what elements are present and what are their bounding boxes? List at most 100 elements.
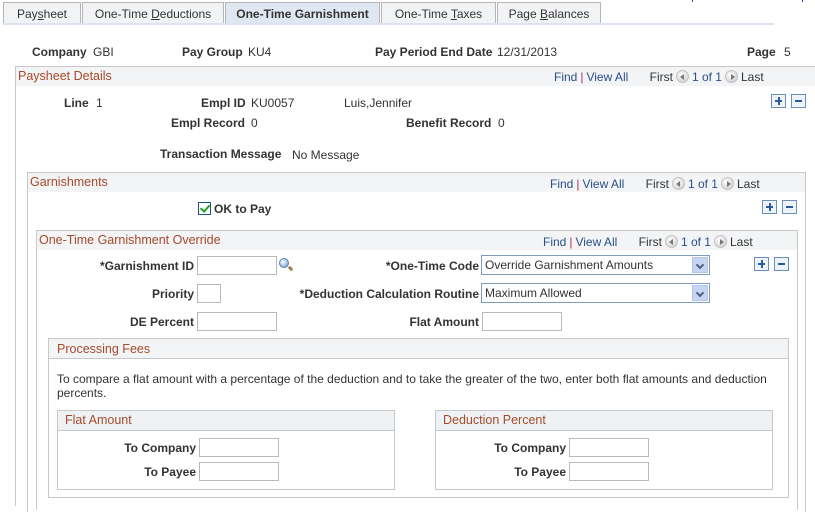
priority-input[interactable] bbox=[197, 284, 221, 303]
empl-id-label: Empl ID bbox=[201, 96, 246, 110]
flat-to-company-label: To Company bbox=[124, 441, 196, 455]
tab-label: One-Time bbox=[94, 7, 152, 21]
find-link[interactable]: Find bbox=[543, 235, 566, 249]
section-header: Deduction Percent bbox=[436, 411, 772, 431]
ok-to-pay-label: OK to Pay bbox=[214, 202, 272, 216]
tab-label: heet bbox=[43, 7, 68, 21]
next-row-icon[interactable] bbox=[713, 235, 727, 248]
flat-amount-input[interactable] bbox=[482, 312, 562, 331]
empl-record-value: 0 bbox=[251, 116, 258, 130]
selected-value: Maximum Allowed bbox=[485, 286, 582, 300]
section-title: One-Time Garnishment Override bbox=[39, 233, 221, 247]
tab-label: axes bbox=[456, 7, 483, 21]
line-label: Line bbox=[64, 96, 89, 110]
add-row-button[interactable] bbox=[754, 257, 769, 271]
row-navigation: Find | View All First 1 of 1 Last bbox=[550, 177, 760, 191]
pay-period-end-value: 12/31/2013 bbox=[497, 45, 558, 59]
company-label: Company bbox=[32, 45, 87, 59]
view-all-link[interactable]: View All bbox=[575, 235, 617, 249]
deduction-calculation-routine-label: *Deduction Calculation Routine bbox=[299, 287, 479, 301]
section-title: Deduction Percent bbox=[443, 413, 546, 427]
priority-label: Priority bbox=[151, 287, 194, 301]
flat-to-company-input[interactable] bbox=[199, 438, 279, 457]
nav-separator: | bbox=[580, 70, 584, 84]
lookup-icon[interactable] bbox=[279, 258, 294, 272]
ok-to-pay-checkbox[interactable] bbox=[198, 202, 211, 215]
tab-label: One-Time Garnishment bbox=[236, 7, 369, 21]
one-time-code-label: *One-Time Code bbox=[385, 259, 479, 273]
tab-label: Page bbox=[508, 7, 540, 21]
first-label: First bbox=[645, 177, 669, 191]
de-percent-label: DE Percent bbox=[129, 315, 194, 329]
view-all-link[interactable]: View All bbox=[582, 177, 624, 191]
last-label: Last bbox=[736, 177, 760, 191]
employee-name: Luis,Jennifer bbox=[344, 96, 413, 110]
tab-underline bbox=[3, 23, 774, 25]
de-percent-input[interactable] bbox=[197, 312, 277, 331]
percent-to-payee-input[interactable] bbox=[569, 462, 649, 481]
previous-row-icon[interactable] bbox=[675, 70, 689, 83]
flat-to-payee-label: To Payee bbox=[144, 465, 196, 479]
transaction-message-value: No Message bbox=[292, 148, 360, 162]
next-row-icon[interactable] bbox=[724, 70, 738, 83]
selected-value: Override Garnishment Amounts bbox=[485, 258, 654, 272]
add-row-button[interactable] bbox=[762, 200, 777, 214]
last-label: Last bbox=[729, 235, 753, 249]
next-row-icon[interactable] bbox=[720, 177, 734, 190]
chevron-down-icon[interactable] bbox=[692, 257, 708, 273]
page-value: 5 bbox=[784, 45, 791, 59]
flat-amount-label: Flat Amount bbox=[409, 315, 479, 329]
previous-row-icon[interactable] bbox=[664, 235, 678, 248]
section-header: Paysheet Details Find | View All First 1 of… bbox=[16, 67, 815, 86]
percent-to-payee-label: To Payee bbox=[514, 465, 566, 479]
deduction-calculation-routine-select[interactable]: Maximum Allowed bbox=[481, 283, 710, 303]
empl-id-value: KU0057 bbox=[251, 96, 295, 110]
section-title: Processing Fees bbox=[57, 342, 151, 356]
find-link[interactable]: Find bbox=[554, 70, 577, 84]
flat-to-payee-input[interactable] bbox=[199, 462, 279, 481]
view-all-link[interactable]: View All bbox=[586, 70, 628, 84]
company-value: GBI bbox=[93, 45, 114, 59]
page-label: Page bbox=[747, 45, 776, 59]
delete-row-button[interactable] bbox=[782, 200, 797, 214]
add-row-button[interactable] bbox=[771, 94, 786, 108]
top-edge-mark bbox=[692, 0, 693, 2]
tab-accesskey: D bbox=[151, 7, 160, 21]
transaction-message-label: Transaction Message bbox=[160, 147, 282, 161]
tab-label: One-Time bbox=[394, 7, 451, 21]
section-header: Processing Fees bbox=[49, 339, 788, 359]
row-navigation: Find | View All First 1 of 1 Last bbox=[554, 70, 764, 84]
top-edge-mark bbox=[802, 0, 803, 2]
tab-one-time-taxes[interactable]: One-Time Taxes bbox=[381, 2, 496, 25]
find-link[interactable]: Find bbox=[550, 177, 573, 191]
first-label: First bbox=[638, 235, 662, 249]
tab-accesskey: B bbox=[539, 7, 548, 21]
chevron-down-icon[interactable] bbox=[692, 285, 708, 301]
row-count: 1 of 1 bbox=[691, 70, 722, 84]
line-value: 1 bbox=[96, 96, 103, 110]
section-header: Flat Amount bbox=[58, 411, 394, 431]
row-navigation: Find | View All First 1 of 1 Last bbox=[543, 235, 753, 249]
section-header: Garnishments Find | View All First 1 of 1 La… bbox=[28, 173, 805, 192]
one-time-code-select[interactable]: Override Garnishment Amounts bbox=[481, 255, 710, 275]
delete-row-button[interactable] bbox=[791, 94, 806, 108]
delete-row-button[interactable] bbox=[774, 257, 789, 271]
pay-period-end-label: Pay Period End Date bbox=[375, 45, 493, 59]
garnishment-id-label: *Garnishment ID bbox=[99, 259, 194, 273]
tab-paysheet[interactable]: Paysheet bbox=[3, 2, 81, 25]
garnishment-id-input[interactable] bbox=[197, 256, 277, 275]
nav-separator: | bbox=[576, 177, 580, 191]
first-label: First bbox=[649, 70, 673, 84]
tab-one-time-garnishment[interactable]: One-Time Garnishment bbox=[225, 2, 380, 25]
row-count: 1 of 1 bbox=[687, 177, 718, 191]
processing-fees-instructions: To compare a flat amount with a percenta… bbox=[57, 372, 767, 400]
tab-label: alances bbox=[548, 7, 590, 21]
last-label: Last bbox=[740, 70, 764, 84]
percent-to-company-label: To Company bbox=[494, 441, 566, 455]
section-title: Paysheet Details bbox=[18, 69, 112, 83]
previous-row-icon[interactable] bbox=[671, 177, 685, 190]
percent-to-company-input[interactable] bbox=[569, 438, 649, 457]
row-count: 1 of 1 bbox=[680, 235, 711, 249]
tab-one-time-deductions[interactable]: One-Time Deductions bbox=[82, 2, 224, 25]
tab-page-balances[interactable]: Page Balances bbox=[497, 2, 601, 25]
